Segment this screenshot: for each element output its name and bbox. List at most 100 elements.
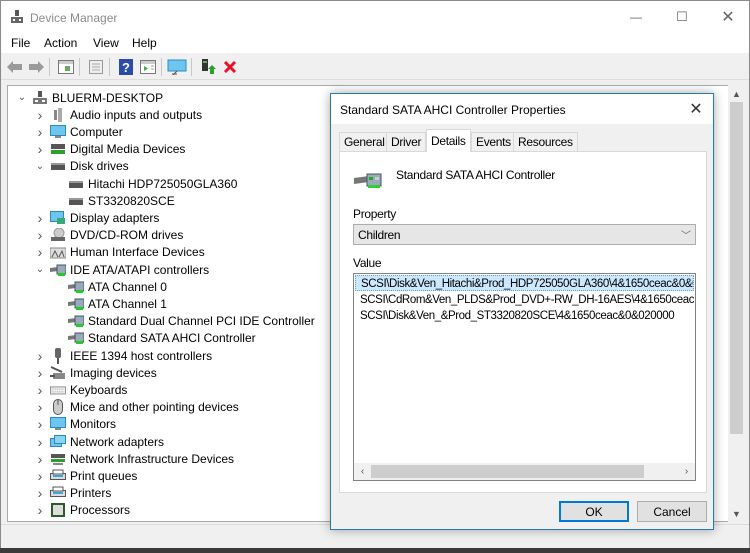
tree-item[interactable]: Hitachi HDP725050GLA360 bbox=[52, 175, 237, 192]
tree-item-label: Digital Media Devices bbox=[70, 142, 186, 157]
chevron-right-icon[interactable]: › bbox=[34, 451, 46, 467]
chevron-down-icon: ﹀ bbox=[681, 231, 691, 242]
show-hide-console-tree-button[interactable] bbox=[57, 58, 75, 76]
tree-root[interactable]: ⌄ BLUERM-DESKTOP bbox=[16, 89, 163, 106]
chevron-down-icon[interactable]: ⌄ bbox=[34, 264, 46, 275]
tree-item[interactable]: › Keyboards bbox=[34, 381, 128, 398]
scroll-thumb[interactable] bbox=[730, 102, 743, 434]
scroll-up-icon[interactable]: ▲ bbox=[728, 85, 745, 102]
maximize-button[interactable]: ☐ bbox=[659, 1, 705, 33]
scroll-left-icon[interactable]: ‹ bbox=[354, 463, 371, 480]
tree-item[interactable]: › Human Interface Devices bbox=[34, 244, 205, 261]
chevron-right-icon[interactable]: › bbox=[34, 124, 46, 140]
value-list-item[interactable]: SCSI\CdRom&Ven_PLDS&Prod_DVD+-RW_DH-16AE… bbox=[355, 292, 694, 308]
tree-item[interactable]: ATA Channel 0 bbox=[52, 278, 167, 295]
cancel-button[interactable]: Cancel bbox=[637, 501, 707, 522]
close-icon: ✕ bbox=[721, 9, 735, 26]
chevron-right-icon[interactable]: › bbox=[34, 348, 46, 364]
tree-item-label: Network Infrastructure Devices bbox=[70, 451, 235, 466]
chevron-right-icon[interactable]: › bbox=[34, 107, 46, 123]
chevron-right-icon[interactable]: › bbox=[34, 485, 46, 501]
menu-action[interactable]: Action bbox=[44, 36, 77, 50]
keyboard-icon bbox=[50, 383, 66, 397]
tree-item[interactable]: ST3320820SCE bbox=[52, 192, 175, 209]
ok-button[interactable]: OK bbox=[559, 501, 629, 522]
tree-item[interactable]: › Display adapters bbox=[34, 209, 160, 226]
tree-item[interactable]: ATA Channel 1 bbox=[52, 295, 167, 312]
value-list-item[interactable]: SCSI\Disk&Ven_Hitachi&Prod_HDP725050GLA3… bbox=[355, 275, 694, 291]
tree-item[interactable]: ⌄ Disk drives bbox=[34, 158, 129, 175]
horizontal-scrollbar[interactable]: ‹ › bbox=[354, 463, 695, 480]
close-icon: ✕ bbox=[689, 101, 703, 118]
chevron-down-icon[interactable]: ⌄ bbox=[16, 92, 28, 103]
tree-item[interactable]: › Mice and other pointing devices bbox=[34, 399, 239, 416]
menu-view[interactable]: View bbox=[93, 36, 119, 50]
chevron-right-icon[interactable]: › bbox=[34, 416, 46, 432]
chevron-right-icon[interactable]: › bbox=[34, 434, 46, 450]
toolbar-separator bbox=[79, 58, 80, 76]
tree-item[interactable]: Standard Dual Channel PCI IDE Controller bbox=[52, 313, 315, 330]
chevron-down-icon[interactable]: ⌄ bbox=[34, 161, 46, 172]
tree-item[interactable]: › Imaging devices bbox=[34, 364, 157, 381]
close-button[interactable]: ✕ bbox=[705, 1, 750, 33]
help-button[interactable]: ? bbox=[117, 58, 135, 76]
speaker-icon bbox=[50, 107, 66, 122]
tree-item[interactable]: › Audio inputs and outputs bbox=[34, 106, 202, 123]
update-driver-button[interactable] bbox=[199, 58, 217, 76]
chevron-right-icon[interactable]: › bbox=[34, 399, 46, 415]
network-device-icon bbox=[50, 452, 66, 466]
chevron-right-icon[interactable]: › bbox=[34, 382, 46, 398]
tab-general[interactable]: General bbox=[339, 132, 390, 151]
tree-item-label: Standard Dual Channel PCI IDE Controller bbox=[88, 314, 315, 329]
minimize-button[interactable]: — bbox=[613, 1, 659, 33]
tree-item-label: Standard SATA AHCI Controller bbox=[88, 331, 256, 346]
value-list-item[interactable]: SCSI\Disk&Ven_&Prod_ST3320820SCE\4&1650c… bbox=[355, 308, 694, 324]
tree-item[interactable]: ⌄ IDE ATA/ATAPI controllers bbox=[34, 261, 209, 278]
tree-item[interactable]: › DVD/CD-ROM drives bbox=[34, 227, 184, 244]
tree-item-label: ST3320820SCE bbox=[88, 193, 175, 208]
menu-help[interactable]: Help bbox=[132, 36, 157, 50]
scroll-down-icon[interactable]: ▼ bbox=[728, 505, 745, 522]
vertical-scrollbar[interactable]: ▲ ▼ bbox=[728, 85, 745, 522]
forward-button[interactable] bbox=[27, 58, 45, 76]
chevron-right-icon[interactable]: › bbox=[34, 227, 46, 243]
tab-details[interactable]: Details bbox=[426, 129, 471, 152]
tree-item[interactable]: › IEEE 1394 host controllers bbox=[34, 347, 212, 364]
chevron-right-icon[interactable]: › bbox=[34, 141, 46, 157]
uninstall-device-button[interactable] bbox=[221, 58, 239, 76]
dvd-drive-icon bbox=[50, 228, 66, 242]
properties-button[interactable] bbox=[87, 58, 105, 76]
tree-item[interactable]: Standard SATA AHCI Controller bbox=[52, 330, 256, 347]
scroll-thumb[interactable] bbox=[371, 465, 644, 478]
value-listbox[interactable]: SCSI\Disk&Ven_Hitachi&Prod_HDP725050GLA3… bbox=[353, 273, 696, 481]
chevron-right-icon[interactable]: › bbox=[34, 365, 46, 381]
chevron-right-icon[interactable]: › bbox=[34, 210, 46, 226]
tree-item[interactable]: › Computer bbox=[34, 123, 123, 140]
tree-item[interactable]: › Printers bbox=[34, 485, 112, 502]
chevron-right-icon[interactable]: › bbox=[34, 244, 46, 260]
monitor-icon bbox=[50, 417, 66, 431]
tree-item[interactable]: › Processors bbox=[34, 502, 130, 519]
tab-driver[interactable]: Driver bbox=[386, 132, 427, 151]
processor-icon bbox=[50, 503, 66, 518]
chevron-right-icon[interactable]: › bbox=[34, 468, 46, 484]
tree-item[interactable]: › Network Infrastructure Devices bbox=[34, 450, 234, 467]
back-button[interactable] bbox=[6, 58, 24, 76]
tree-item-label: Printers bbox=[70, 486, 112, 501]
show-action-pane-button[interactable] bbox=[139, 58, 157, 76]
toolbar-separator bbox=[161, 58, 162, 76]
tree-item[interactable]: › Print queues bbox=[34, 467, 138, 484]
scan-hardware-button[interactable] bbox=[167, 58, 187, 76]
menu-file[interactable]: File bbox=[11, 36, 30, 50]
tree-item[interactable]: › Monitors bbox=[34, 416, 116, 433]
tree-item-label: IDE ATA/ATAPI controllers bbox=[70, 262, 210, 277]
tab-resources[interactable]: Resources bbox=[513, 132, 578, 151]
tab-events[interactable]: Events bbox=[471, 132, 516, 151]
chevron-right-icon[interactable]: › bbox=[34, 502, 46, 518]
dialog-close-button[interactable]: ✕ bbox=[685, 98, 707, 120]
property-dropdown[interactable]: Children ﹀ bbox=[353, 224, 696, 245]
tree-item[interactable]: › Digital Media Devices bbox=[34, 141, 186, 158]
device-manager-icon bbox=[11, 10, 23, 23]
scroll-right-icon[interactable]: › bbox=[678, 463, 695, 480]
tree-item[interactable]: › Network adapters bbox=[34, 433, 164, 450]
